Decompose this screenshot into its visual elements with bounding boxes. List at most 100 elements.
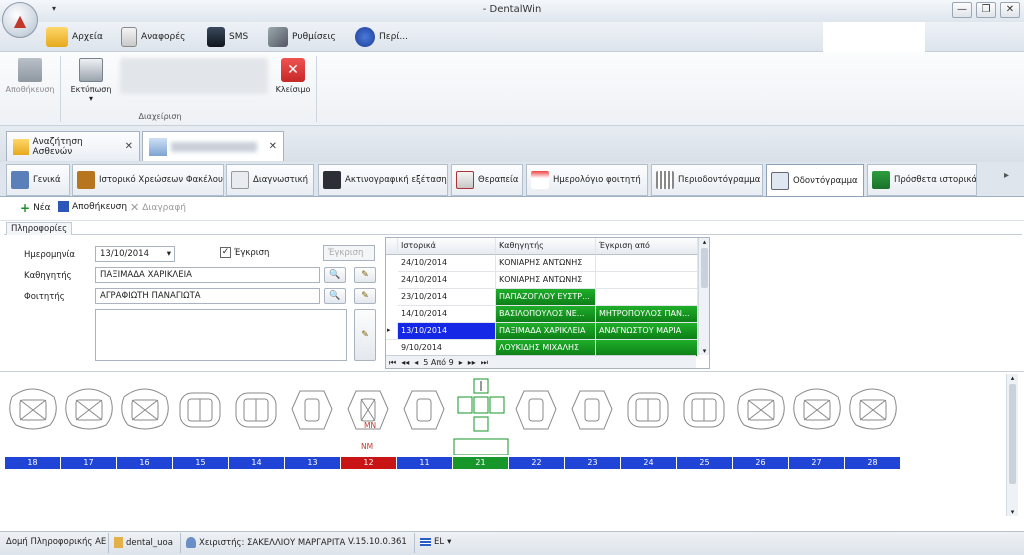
grid-cell-teacher[interactable]: ΚΟΝΙΑΡΗΣ ΑΝΤΩΝΗΣ — [496, 272, 596, 289]
grid-cell-approved-by[interactable] — [596, 255, 698, 272]
tab-general[interactable]: Γενικά — [6, 164, 70, 196]
grid-cell-date[interactable]: 24/10/2014 — [398, 272, 496, 289]
scroll-thumb[interactable] — [1009, 384, 1016, 484]
tooth-number-16[interactable]: 16 — [117, 457, 173, 469]
scroll-down-icon[interactable]: ▾ — [699, 347, 709, 355]
ribbon-save-button[interactable]: Αποθήκευση — [4, 58, 56, 94]
tooth-23[interactable] — [571, 390, 613, 430]
menu-reports[interactable]: Αναφορές — [121, 25, 185, 49]
student-search-button[interactable]: 🔍 — [324, 288, 346, 304]
doc-tab-patient[interactable]: ✕ — [142, 131, 284, 161]
tooth-13[interactable] — [291, 390, 333, 430]
app-menu-orb[interactable]: ▲ — [2, 2, 38, 38]
tooth-15[interactable] — [179, 392, 221, 428]
tab-diagnostics[interactable]: Διαγνωστική — [226, 164, 314, 196]
tooth-number-12[interactable]: 12 — [341, 457, 397, 469]
teacher-field[interactable]: ΠΑΞΙΜΑΔΑ ΧΑΡΙΚΛΕΙΑ — [95, 267, 320, 283]
close-tab-icon[interactable]: ✕ — [269, 141, 277, 152]
nav-next-page-button[interactable]: ▸▸ — [468, 358, 476, 367]
tooth-21[interactable] — [457, 378, 505, 432]
tooth-number-28[interactable]: 28 — [845, 457, 901, 469]
restore-button[interactable]: ❐ — [976, 2, 996, 18]
tooth-16[interactable] — [121, 388, 169, 430]
ribbon-close-button[interactable]: ✕ Κλείσιμο — [272, 58, 314, 94]
ribbon-print-button[interactable]: Εκτύπωση ▾ — [66, 58, 116, 103]
tooth-24[interactable] — [627, 392, 669, 428]
new-button[interactable]: + Νέα — [20, 201, 51, 215]
close-tab-icon[interactable]: ✕ — [125, 141, 133, 152]
delete-button[interactable]: ✕ Διαγραφή — [130, 201, 186, 214]
tooth-11[interactable] — [403, 390, 445, 430]
notes-clear-button[interactable]: ✎ — [354, 309, 376, 361]
tab-student-diary[interactable]: Ημερολόγιο φοιτητή — [526, 164, 648, 196]
approve-button[interactable]: Έγκριση — [323, 245, 375, 261]
grid-scrollbar[interactable]: ▴ ▾ — [698, 238, 709, 355]
tooth-number-14[interactable]: 14 — [229, 457, 285, 469]
menu-files[interactable]: Αρχεία — [46, 25, 103, 49]
scroll-up-icon[interactable]: ▴ — [699, 238, 709, 246]
grid-cell-approved-by[interactable]: ΑΝΑΓΝΩΣΤΟΥ ΜΑΡΙΑ — [596, 323, 698, 340]
menu-sms[interactable]: SMS — [207, 25, 248, 49]
tooth-28[interactable] — [849, 388, 897, 430]
tooth-number-11[interactable]: 11 — [397, 457, 453, 469]
tooth-number-18[interactable]: 18 — [5, 457, 61, 469]
tooth-27[interactable] — [793, 388, 841, 430]
grid-header-teacher[interactable]: Καθηγητής — [496, 238, 596, 255]
tooth-number-27[interactable]: 27 — [789, 457, 845, 469]
grid-cell-date[interactable]: 23/10/2014 — [398, 289, 496, 306]
scroll-down-icon[interactable]: ▾ — [1007, 508, 1018, 516]
close-window-button[interactable]: ✕ — [1000, 2, 1020, 18]
tab-scroll-right[interactable]: ▸ — [1004, 170, 1009, 181]
tooth-22[interactable] — [515, 390, 557, 430]
grid-cell-approved-by[interactable] — [596, 272, 698, 289]
tooth-25[interactable] — [683, 392, 725, 428]
grid-header-history[interactable]: Ιστορικά — [398, 238, 496, 255]
tooth-number-21[interactable]: 21 — [453, 457, 509, 469]
tooth-17[interactable] — [65, 388, 113, 430]
scroll-up-icon[interactable]: ▴ — [1007, 374, 1018, 382]
language-selector[interactable]: EL ▾ — [420, 537, 451, 547]
nav-last-button[interactable]: ⏭ — [481, 358, 488, 368]
teacher-search-button[interactable]: 🔍 — [324, 267, 346, 283]
tooth-26[interactable] — [737, 388, 785, 430]
history-grid[interactable]: Ιστορικά Καθηγητής Έγκριση από 24/10/201… — [385, 237, 710, 369]
nav-prev-page-button[interactable]: ◂◂ — [401, 358, 409, 367]
teacher-clear-button[interactable]: ✎ — [354, 267, 376, 283]
student-field[interactable]: ΑΓΡΑΦΙΩΤΗ ΠΑΝΑΓΙΩΤΑ — [95, 288, 320, 304]
grid-cell-teacher[interactable]: ΚΟΝΙΑΡΗΣ ΑΝΤΩΝΗΣ — [496, 255, 596, 272]
date-field[interactable]: 13/10/2014 ▾ — [95, 246, 175, 262]
menu-settings[interactable]: Ρυθμίσεις — [268, 25, 336, 49]
tooth-number-26[interactable]: 26 — [733, 457, 789, 469]
tooth-number-15[interactable]: 15 — [173, 457, 229, 469]
tooth-14[interactable] — [235, 392, 277, 428]
tab-periodontogram[interactable]: Περιοδοντόγραμμα — [651, 164, 763, 196]
odontogram-scrollbar[interactable]: ▴ ▾ — [1006, 374, 1018, 516]
minimize-button[interactable]: — — [952, 2, 972, 18]
grid-cell-teacher[interactable]: ΠΑΞΙΜΑΔΑ ΧΑΡΙΚΛΕΙΑ — [496, 323, 596, 340]
grid-cell-teacher[interactable]: ΠΑΠΑΖΟΓΛΟΥ ΕΥΣΤΡ... — [496, 289, 596, 306]
grid-cell-approved-by[interactable] — [596, 289, 698, 306]
nav-next-button[interactable]: ▸ — [459, 358, 463, 367]
tooth-number-25[interactable]: 25 — [677, 457, 733, 469]
tooth-number-22[interactable]: 22 — [509, 457, 565, 469]
grid-cell-date[interactable]: 14/10/2014 — [398, 306, 496, 323]
grid-cell-teacher[interactable]: ΒΑΣΙΛΟΠΟΥΛΟΣ ΝΕ... — [496, 306, 596, 323]
tooth-number-17[interactable]: 17 — [61, 457, 117, 469]
tooth-number-13[interactable]: 13 — [285, 457, 341, 469]
nav-prev-button[interactable]: ◂ — [414, 358, 418, 367]
grid-cell-date[interactable]: 24/10/2014 — [398, 255, 496, 272]
grid-cell-date-selected[interactable]: 13/10/2014 — [398, 323, 496, 340]
student-clear-button[interactable]: ✎ — [354, 288, 376, 304]
save-button[interactable]: Αποθήκευση — [58, 201, 127, 212]
section-info-tab[interactable]: Πληροφορίες — [6, 222, 73, 235]
approval-checkbox[interactable]: ✓ Έγκριση — [220, 247, 269, 258]
tab-odontogram[interactable]: Οδοντόγραμμα — [766, 164, 864, 197]
scroll-thumb[interactable] — [701, 248, 708, 288]
doc-tab-search-patients[interactable]: Αναζήτηση Ασθενών ✕ — [6, 131, 140, 161]
grid-header-approved-by[interactable]: Έγκριση από — [596, 238, 698, 255]
tab-extra-history[interactable]: Πρόσθετα ιστορικά — [867, 164, 977, 196]
grid-cell-approved-by[interactable]: ΜΗΤΡΟΠΟΥΛΟΣ ΠΑΝ... — [596, 306, 698, 323]
tab-xray[interactable]: Ακτινογραφική εξέταση — [318, 164, 448, 196]
tooth-18[interactable] — [9, 388, 57, 430]
tooth-number-23[interactable]: 23 — [565, 457, 621, 469]
